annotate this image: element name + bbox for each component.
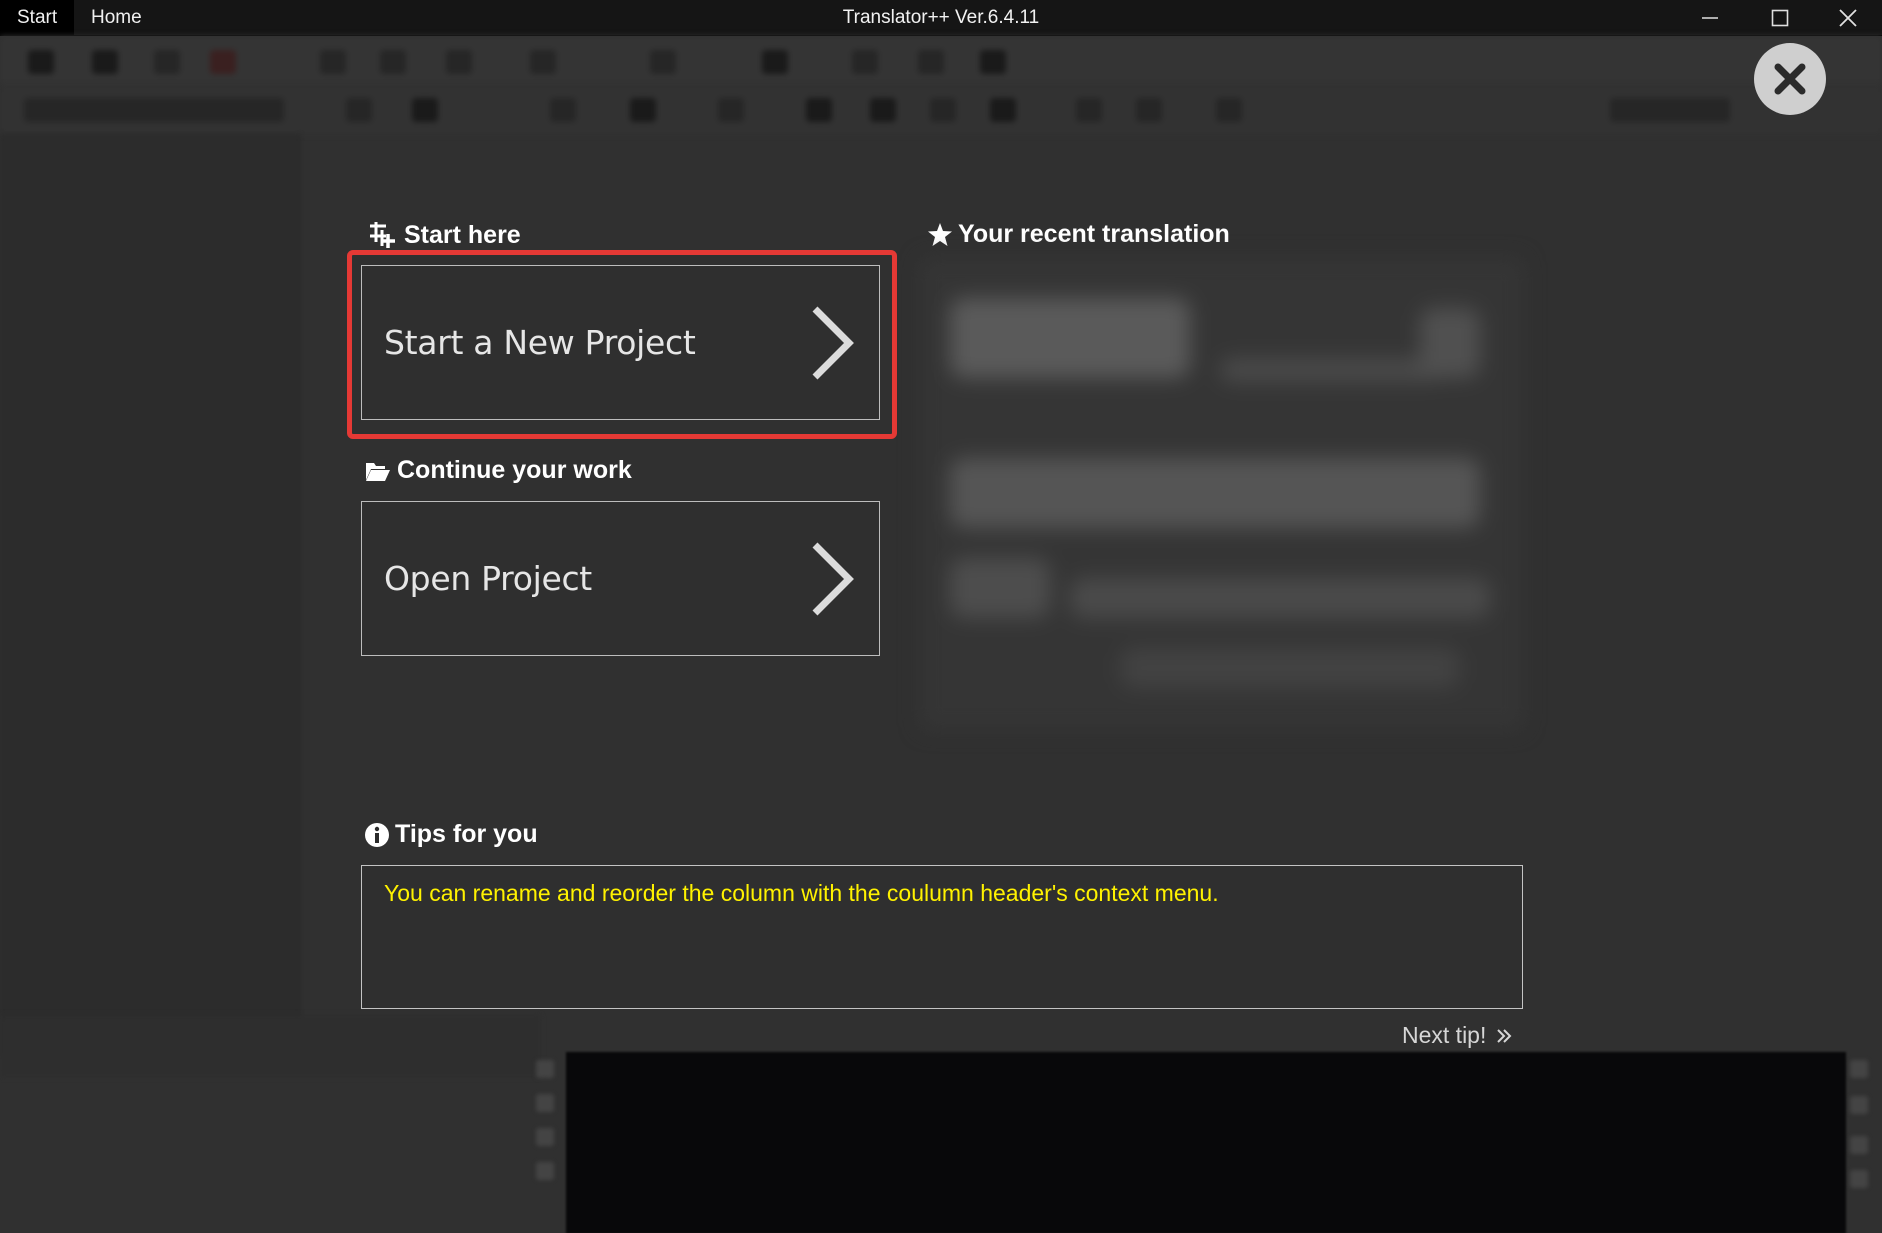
close-circle-icon bbox=[1774, 63, 1806, 95]
recent-heading: Your recent translation bbox=[928, 220, 1230, 249]
next-tip-link[interactable]: Next tip! bbox=[1402, 1022, 1512, 1049]
new-project-icon bbox=[370, 222, 395, 248]
close-overlay-button[interactable] bbox=[1754, 43, 1826, 115]
tips-box: You can rename and reorder the column wi… bbox=[361, 865, 1523, 1009]
continue-heading: Continue your work bbox=[365, 456, 632, 485]
bg-toolbar-icon bbox=[1076, 98, 1102, 122]
bg-toolbar-icon bbox=[92, 50, 118, 74]
background-toolbar-secondary bbox=[0, 86, 1882, 134]
recent-translation-list-blurred bbox=[920, 258, 1524, 730]
tab-start[interactable]: Start bbox=[0, 0, 75, 36]
bg-toolbar-icon bbox=[530, 50, 556, 74]
minimize-button[interactable] bbox=[1676, 0, 1744, 36]
window-title: Translator++ Ver.6.4.11 bbox=[842, 7, 1040, 28]
bg-console-icon bbox=[1850, 1060, 1868, 1078]
maximize-button[interactable] bbox=[1746, 0, 1814, 36]
bg-toolbar-icon bbox=[320, 50, 346, 74]
start-here-heading: Start here bbox=[366, 220, 521, 250]
background-bottom-tabs bbox=[0, 1016, 540, 1076]
chevron-right-icon bbox=[812, 542, 854, 615]
recent-label: Your recent translation bbox=[958, 220, 1230, 248]
bg-toolbar-icon bbox=[806, 98, 832, 122]
bg-search-box bbox=[24, 98, 284, 122]
bg-console-icon bbox=[536, 1128, 554, 1146]
bg-toolbar-icon bbox=[446, 50, 472, 74]
bg-search-box bbox=[1610, 98, 1730, 122]
bg-console-icon bbox=[536, 1060, 554, 1078]
tab-home[interactable]: Home bbox=[74, 0, 159, 36]
tip-text: You can rename and reorder the column wi… bbox=[384, 880, 1219, 906]
bg-console-icon bbox=[536, 1094, 554, 1112]
bg-toolbar-icon bbox=[412, 98, 438, 122]
bg-toolbar-icon bbox=[980, 50, 1006, 74]
minimize-icon bbox=[1702, 17, 1718, 19]
bg-toolbar-icon bbox=[380, 50, 406, 74]
bg-toolbar-icon bbox=[154, 50, 180, 74]
close-window-button[interactable] bbox=[1814, 0, 1882, 36]
bg-toolbar-icon bbox=[718, 98, 744, 122]
bg-toolbar-icon bbox=[1216, 98, 1242, 122]
bg-toolbar-icon bbox=[650, 50, 676, 74]
info-icon bbox=[365, 822, 389, 847]
bg-toolbar-icon bbox=[918, 50, 944, 74]
open-project-label: Open Project bbox=[384, 559, 592, 598]
bg-toolbar-icon bbox=[28, 50, 54, 74]
bg-toolbar-icon bbox=[990, 98, 1016, 122]
close-icon bbox=[1839, 9, 1857, 27]
background-file-panel bbox=[0, 134, 300, 1054]
bg-toolbar-icon bbox=[762, 50, 788, 74]
title-bar: Start Home Translator++ Ver.6.4.11 bbox=[0, 0, 1882, 36]
background-toolbar bbox=[0, 36, 1882, 86]
bg-toolbar-icon bbox=[1136, 98, 1162, 122]
next-tip-label: Next tip! bbox=[1402, 1022, 1487, 1048]
double-chevron-right-icon bbox=[1497, 1028, 1512, 1043]
continue-label: Continue your work bbox=[397, 456, 632, 484]
chevron-right-icon bbox=[812, 306, 854, 379]
bg-toolbar-icon bbox=[210, 50, 236, 74]
bg-console-icon bbox=[1850, 1136, 1868, 1154]
bg-toolbar-icon bbox=[930, 98, 956, 122]
bg-console-icon bbox=[536, 1162, 554, 1180]
bg-toolbar-icon bbox=[630, 98, 656, 122]
background-console bbox=[566, 1052, 1846, 1233]
bg-toolbar-icon bbox=[852, 50, 878, 74]
bg-toolbar-icon bbox=[550, 98, 576, 122]
maximize-icon bbox=[1771, 9, 1789, 27]
star-icon bbox=[928, 223, 952, 246]
tips-heading: Tips for you bbox=[365, 820, 538, 849]
bg-console-icon bbox=[1850, 1096, 1868, 1114]
start-new-project-label: Start a New Project bbox=[384, 323, 696, 362]
bg-console-icon bbox=[1850, 1170, 1868, 1188]
folder-open-icon bbox=[366, 462, 390, 481]
open-project-button[interactable]: Open Project bbox=[361, 501, 880, 656]
start-here-label: Start here bbox=[404, 220, 521, 249]
bg-toolbar-icon bbox=[870, 98, 896, 122]
bg-toolbar-icon bbox=[346, 98, 372, 122]
tips-label: Tips for you bbox=[395, 820, 538, 848]
start-new-project-button[interactable]: Start a New Project bbox=[361, 265, 880, 420]
